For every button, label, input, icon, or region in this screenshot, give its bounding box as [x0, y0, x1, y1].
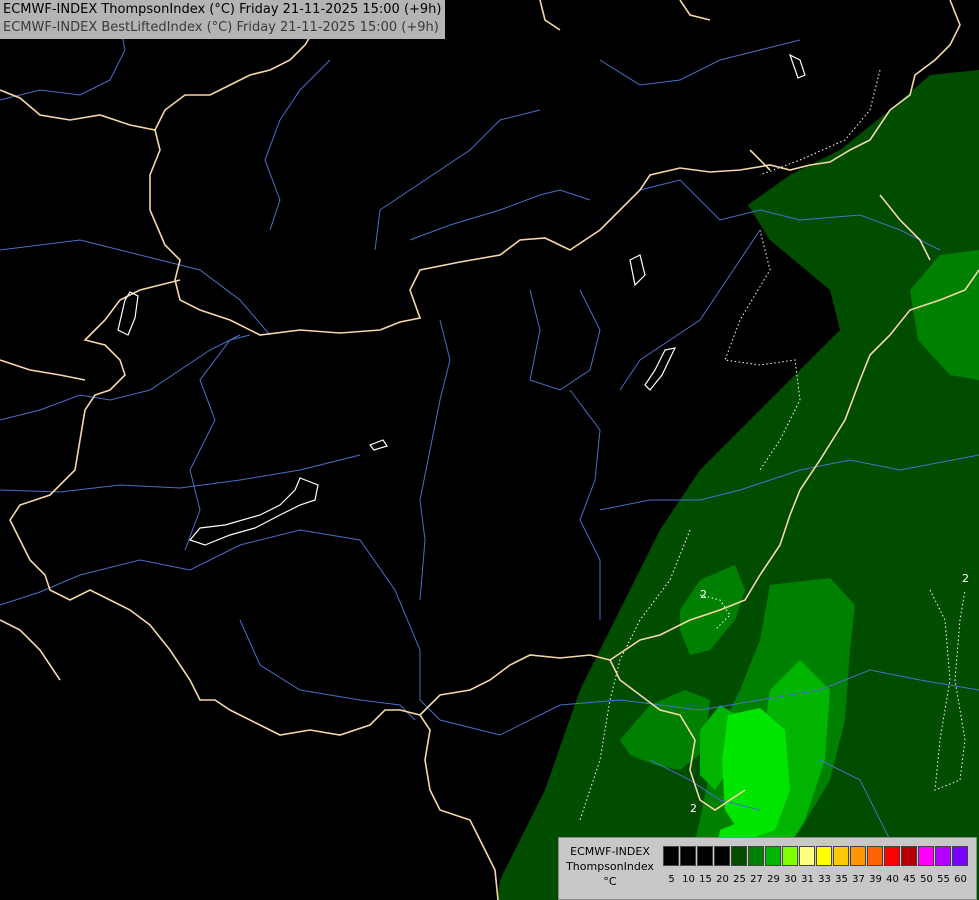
legend-swatch: [935, 846, 951, 866]
legend-swatch: [765, 846, 781, 866]
legend-swatch: [663, 846, 679, 866]
country-border: [679, 0, 711, 21]
legend-tick-label: 35: [835, 874, 848, 885]
country-border: [0, 619, 61, 681]
country-border: [539, 0, 561, 31]
map-canvas: 2 2 2: [0, 0, 979, 900]
legend-unit: °C: [603, 875, 617, 888]
legend-tick-label: 31: [801, 874, 814, 885]
lake-outline: [629, 254, 646, 287]
legend-swatch: [714, 846, 730, 866]
contour-label: 2: [690, 802, 697, 815]
river: [409, 189, 591, 241]
legend-label: ECMWF-INDEX ThompsonIndex °C: [561, 844, 659, 889]
contour-label: 2: [962, 572, 969, 585]
map-header: ECMWF-INDEX ThompsonIndex (°C) Friday 21…: [0, 0, 445, 39]
legend-tick-label: 30: [784, 874, 797, 885]
legend-swatch: [697, 846, 713, 866]
legend-tick-label: 20: [716, 874, 729, 885]
river: [599, 39, 801, 86]
legend-tick-label: 37: [852, 874, 865, 885]
legend-tick-label: 5: [668, 874, 675, 885]
legend-tick-label: 60: [954, 874, 967, 885]
index-field-layer: [497, 70, 979, 900]
legend-tick-label: 50: [920, 874, 933, 885]
legend-ticks: 5 10 15 20 25 27 29 30 31 33 35 37 39 40 45 50 55 60: [663, 874, 969, 885]
river: [184, 334, 251, 551]
lake-outline: [369, 439, 388, 451]
legend-swatch: [748, 846, 764, 866]
legend-tick-label: 55: [937, 874, 950, 885]
river: [0, 529, 421, 700]
legend-tick-label: 40: [886, 874, 899, 885]
legend-swatch: [867, 846, 883, 866]
river: [239, 619, 416, 721]
country-border: [0, 359, 86, 381]
legend-swatch: [952, 846, 968, 866]
weather-map: 2 2 2 ECMWF-INDEX ThompsonIndex (°C) Fri…: [0, 0, 979, 900]
header-title-thompson: ECMWF-INDEX ThompsonIndex (°C) Friday 21…: [3, 2, 442, 17]
header-title-lifted: ECMWF-INDEX BestLiftedIndex (°C) Friday …: [3, 20, 439, 35]
legend-swatches: [663, 846, 969, 866]
legend-swatch: [918, 846, 934, 866]
color-legend: ECMWF-INDEX ThompsonIndex °C 5 10 15 20 25 27…: [558, 837, 977, 900]
legend-swatch: [816, 846, 832, 866]
lake-outline: [117, 291, 139, 336]
legend-tick-label: 27: [750, 874, 763, 885]
legend-tick-label: 45: [903, 874, 916, 885]
river: [529, 289, 601, 391]
legend-tick-label: 29: [767, 874, 780, 885]
legend-swatch: [731, 846, 747, 866]
legend-tick-label: 25: [733, 874, 746, 885]
legend-swatch: [782, 846, 798, 866]
legend-tick-label: 39: [869, 874, 882, 885]
legend-model: ECMWF-INDEX: [570, 845, 650, 858]
lake-outline: [188, 477, 319, 546]
legend-tick-label: 15: [699, 874, 712, 885]
legend-swatch: [680, 846, 696, 866]
country-border: [9, 279, 499, 900]
legend-tick-label: 10: [682, 874, 695, 885]
lake-outline: [644, 347, 677, 391]
river: [419, 319, 451, 601]
legend-swatch: [833, 846, 849, 866]
river: [0, 239, 271, 336]
legend-parameter: ThompsonIndex: [566, 860, 654, 873]
river: [619, 229, 761, 391]
legend-swatch: [901, 846, 917, 866]
legend-swatch: [884, 846, 900, 866]
legend-tick-label: 33: [818, 874, 831, 885]
river: [374, 109, 541, 251]
river: [0, 454, 361, 493]
lake-outline: [788, 53, 806, 79]
contour-label: 2: [700, 588, 707, 601]
legend-swatch: [799, 846, 815, 866]
river: [264, 59, 331, 231]
river: [569, 389, 601, 620]
legend-swatch: [850, 846, 866, 866]
river: [0, 334, 241, 421]
